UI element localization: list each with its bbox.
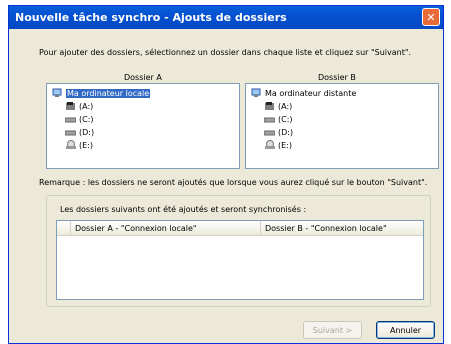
- floppy-drive-icon: [264, 101, 275, 111]
- folder-a-label: Dossier A: [124, 73, 162, 82]
- drive-label: (E:): [79, 140, 93, 150]
- floppy-drive-icon: [65, 101, 76, 111]
- cd-drive-icon: [264, 140, 275, 150]
- cd-drive-icon: [65, 140, 76, 150]
- tree-root-local[interactable]: Ma ordinateur locale: [52, 87, 151, 99]
- column-header-label: Dossier A - "Connexion locale": [75, 223, 197, 233]
- drive-label: (D:): [278, 127, 294, 137]
- folder-a-tree[interactable]: Ma ordinateur locale (A:) (C:) (D:) (E:): [46, 83, 240, 169]
- tree-drive-e[interactable]: (E:): [264, 139, 292, 151]
- tree-drive-d[interactable]: (D:): [64, 126, 95, 138]
- tree-drive-c[interactable]: (C:): [263, 113, 293, 125]
- drive-label: (C:): [79, 114, 94, 124]
- added-folders-list[interactable]: Dossier A - "Connexion locale" Dossier B…: [56, 220, 424, 300]
- drive-label: (C:): [278, 114, 293, 124]
- tree-drive-a[interactable]: (A:): [65, 100, 93, 112]
- drive-label: (A:): [79, 101, 94, 111]
- tree-root-remote[interactable]: Ma ordinateur distante: [251, 87, 356, 99]
- drive-label: (D:): [79, 127, 95, 137]
- tree-drive-c[interactable]: (C:): [64, 113, 94, 125]
- note-text: Remarque : les dossiers ne seront ajouté…: [39, 178, 428, 187]
- title-bar[interactable]: Nouvelle tâche synchro - Ajouts de dossi…: [9, 6, 443, 29]
- drive-label: (A:): [278, 101, 293, 111]
- tree-drive-d[interactable]: (D:): [263, 126, 294, 138]
- window-title: Nouvelle tâche synchro - Ajouts de dossi…: [15, 11, 287, 24]
- column-header-folder-b[interactable]: Dossier B - "Connexion locale": [261, 221, 423, 235]
- tree-drive-a[interactable]: (A:): [264, 100, 292, 112]
- hard-drive-icon: [263, 114, 276, 124]
- hard-drive-icon: [64, 127, 77, 137]
- instruction-text: Pour ajouter des dossiers, sélectionnez …: [39, 48, 412, 57]
- close-icon[interactable]: ✕: [422, 8, 440, 26]
- column-spacer: [57, 221, 71, 235]
- column-header-label: Dossier B - "Connexion locale": [265, 223, 387, 233]
- tree-root-label: Ma ordinateur distante: [265, 88, 357, 98]
- folder-b-tree[interactable]: Ma ordinateur distante (A:) (C:) (D:) (E…: [245, 83, 439, 169]
- cancel-button[interactable]: Annuler: [376, 321, 435, 339]
- computer-icon: [52, 88, 63, 98]
- computer-icon: [251, 88, 262, 98]
- hard-drive-icon: [263, 127, 276, 137]
- folder-b-label: Dossier B: [318, 73, 356, 82]
- column-header-folder-a[interactable]: Dossier A - "Connexion locale": [71, 221, 261, 235]
- hard-drive-icon: [64, 114, 77, 124]
- next-button[interactable]: Suivant >: [303, 321, 362, 339]
- tree-root-label: Ma ordinateur locale: [66, 88, 151, 98]
- list-header: Dossier A - "Connexion locale" Dossier B…: [57, 221, 423, 236]
- tree-drive-e[interactable]: (E:): [65, 139, 93, 151]
- drive-label: (E:): [278, 140, 292, 150]
- added-folders-label: Les dossiers suivants ont été ajoutés et…: [60, 205, 307, 214]
